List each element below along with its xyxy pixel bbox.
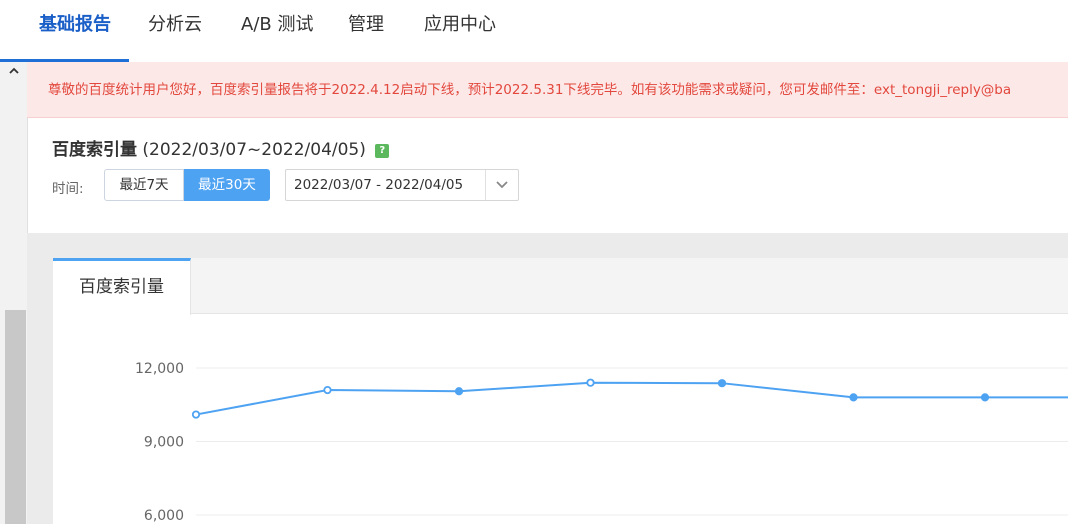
date-range-picker[interactable]: 2022/03/07 - 2022/04/05 bbox=[285, 169, 519, 201]
chevron-down-icon bbox=[496, 181, 508, 189]
last-7-days-button[interactable]: 最近7天 bbox=[104, 169, 184, 201]
tab-baidu-index[interactable]: 百度索引量 bbox=[53, 258, 191, 315]
vertical-scrollbar[interactable] bbox=[0, 62, 28, 524]
last-30-days-button[interactable]: 最近30天 bbox=[184, 169, 270, 201]
nav-item-manage[interactable]: 管理 bbox=[348, 0, 384, 62]
data-point[interactable] bbox=[191, 410, 201, 419]
data-point[interactable] bbox=[717, 379, 727, 388]
nav-item-basic-report[interactable]: 基础报告 bbox=[39, 0, 111, 62]
data-point[interactable] bbox=[980, 393, 990, 402]
chevron-up-icon[interactable] bbox=[0, 62, 27, 84]
notice-text: 尊敬的百度统计用户您好，百度索引量报告将于2022.4.12启动下线，预计202… bbox=[48, 82, 1012, 98]
data-point[interactable] bbox=[849, 393, 858, 402]
report-date-range: (2022/03/07~2022/04/05) bbox=[142, 140, 366, 160]
tab-strip bbox=[53, 258, 1068, 314]
nav-item-ab-test[interactable]: A/B 测试 bbox=[241, 0, 313, 62]
y-tick-label: 9,000 bbox=[144, 435, 184, 451]
data-point[interactable] bbox=[454, 387, 464, 396]
data-point[interactable] bbox=[586, 378, 595, 387]
scrollbar-thumb[interactable] bbox=[5, 310, 26, 524]
report-name: 百度索引量 bbox=[52, 140, 137, 160]
help-icon[interactable]: ? bbox=[375, 144, 390, 158]
index-line-chart: 12,000 9,000 6,000 bbox=[135, 361, 1068, 524]
report-title: 百度索引量 (2022/03/07~2022/04/05) ? bbox=[52, 135, 390, 160]
date-range-value: 2022/03/07 - 2022/04/05 bbox=[294, 177, 464, 193]
y-tick-label: 12,000 bbox=[135, 361, 184, 377]
y-tick-label: 6,000 bbox=[144, 508, 184, 524]
notice-banner: 尊敬的百度统计用户您好，百度索引量报告将于2022.4.12启动下线，预计202… bbox=[27, 62, 1068, 118]
top-nav: 基础报告 分析云 A/B 测试 管理 应用中心 bbox=[0, 0, 1068, 63]
date-dropdown-button[interactable] bbox=[485, 170, 518, 200]
time-label: 时间: bbox=[52, 181, 84, 197]
nav-item-app-center[interactable]: 应用中心 bbox=[424, 0, 496, 62]
nav-item-analysis-cloud[interactable]: 分析云 bbox=[148, 0, 202, 62]
data-point[interactable] bbox=[323, 385, 332, 395]
